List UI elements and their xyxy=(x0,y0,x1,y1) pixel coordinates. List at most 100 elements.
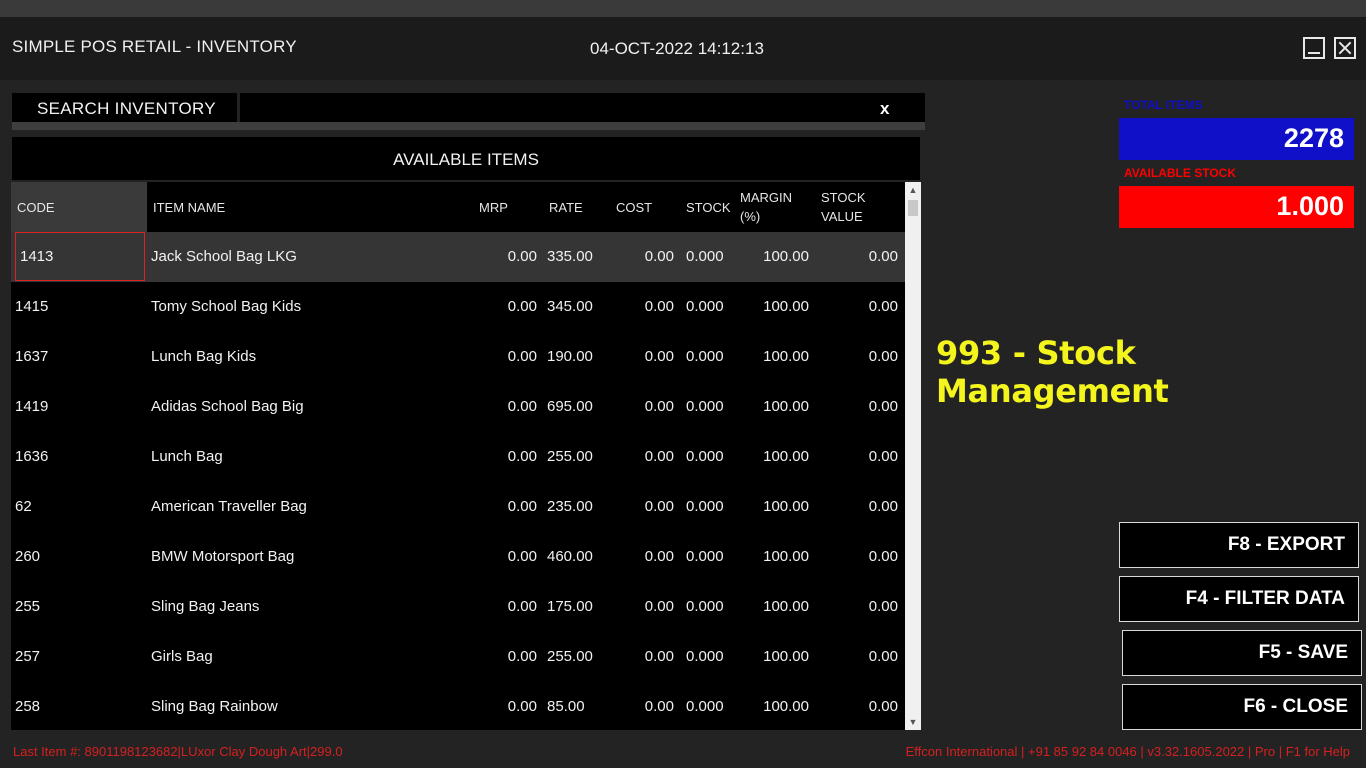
cell-margin[interactable]: 100.00 xyxy=(731,582,809,632)
cell-margin[interactable]: 100.00 xyxy=(731,682,809,730)
table-row[interactable]: 1419 Adidas School Bag Big 0.00 695.00 0.00 0… xyxy=(11,382,905,432)
cell-mrp[interactable]: 0.00 xyxy=(471,632,537,682)
cell-code[interactable]: 255 xyxy=(15,582,145,632)
cell-item-name[interactable]: Sling Bag Jeans xyxy=(151,582,451,632)
cell-stock-value[interactable]: 0.00 xyxy=(821,282,898,332)
cell-rate[interactable]: 190.00 xyxy=(547,332,627,382)
cell-item-name[interactable]: Jack School Bag LKG xyxy=(151,232,451,282)
cell-cost[interactable]: 0.00 xyxy=(621,432,674,482)
cell-cost[interactable]: 0.00 xyxy=(621,232,674,282)
cell-rate[interactable]: 695.00 xyxy=(547,382,627,432)
cell-stock-value[interactable]: 0.00 xyxy=(821,532,898,582)
cell-cost[interactable]: 0.00 xyxy=(621,632,674,682)
export-button[interactable]: F8 - EXPORT xyxy=(1119,522,1359,568)
minimize-icon[interactable] xyxy=(1303,37,1325,59)
cell-cost[interactable]: 0.00 xyxy=(621,682,674,730)
cell-item-name[interactable]: BMW Motorsport Bag xyxy=(151,532,451,582)
table-row[interactable]: 1413 Jack School Bag LKG 0.00 335.00 0.00 0.0… xyxy=(11,232,905,282)
cell-mrp[interactable]: 0.00 xyxy=(471,432,537,482)
cell-mrp[interactable]: 0.00 xyxy=(471,482,537,532)
search-input[interactable] xyxy=(240,93,925,122)
search-clear-button[interactable]: x xyxy=(880,99,889,119)
column-header-cost[interactable]: COST xyxy=(616,182,652,232)
cell-code[interactable]: 62 xyxy=(15,482,145,532)
cell-item-name[interactable]: Lunch Bag Kids xyxy=(151,332,451,382)
cell-cost[interactable]: 0.00 xyxy=(621,382,674,432)
cell-mrp[interactable]: 0.00 xyxy=(471,232,537,282)
column-header-mrp[interactable]: MRP xyxy=(479,182,508,232)
cell-cost[interactable]: 0.00 xyxy=(621,332,674,382)
scroll-thumb[interactable] xyxy=(908,200,918,216)
cell-code[interactable]: 258 xyxy=(15,682,145,730)
cell-item-name[interactable]: American Traveller Bag xyxy=(151,482,451,532)
cell-margin[interactable]: 100.00 xyxy=(731,232,809,282)
table-row[interactable]: 257 Girls Bag 0.00 255.00 0.00 0.000 100.00 0.0… xyxy=(11,632,905,682)
table-row[interactable]: 1637 Lunch Bag Kids 0.00 190.00 0.00 0.000 100… xyxy=(11,332,905,382)
cell-stock-value[interactable]: 0.00 xyxy=(821,382,898,432)
cell-margin[interactable]: 100.00 xyxy=(731,332,809,382)
cell-cost[interactable]: 0.00 xyxy=(621,282,674,332)
cell-code[interactable]: 1636 xyxy=(15,432,145,482)
table-row[interactable]: 255 Sling Bag Jeans 0.00 175.00 0.00 0.000 100… xyxy=(11,582,905,632)
save-button[interactable]: F5 - SAVE xyxy=(1122,630,1362,676)
cell-margin[interactable]: 100.00 xyxy=(731,632,809,682)
cell-stock-value[interactable]: 0.00 xyxy=(821,582,898,632)
cell-stock-value[interactable]: 0.00 xyxy=(821,482,898,532)
cell-mrp[interactable]: 0.00 xyxy=(471,582,537,632)
cell-margin[interactable]: 100.00 xyxy=(731,282,809,332)
cell-code[interactable]: 1637 xyxy=(15,332,145,382)
column-header-stock-value[interactable]: STOCK VALUE xyxy=(821,182,866,232)
cell-rate[interactable]: 85.00 xyxy=(547,682,627,730)
cell-item-name[interactable]: Adidas School Bag Big xyxy=(151,382,451,432)
cell-margin[interactable]: 100.00 xyxy=(731,482,809,532)
cell-mrp[interactable]: 0.00 xyxy=(471,532,537,582)
table-row[interactable]: 62 American Traveller Bag 0.00 235.00 0.00 0.… xyxy=(11,482,905,532)
close-window-icon[interactable] xyxy=(1334,37,1356,59)
cell-item-name[interactable]: Sling Bag Rainbow xyxy=(151,682,451,730)
cell-mrp[interactable]: 0.00 xyxy=(471,382,537,432)
cell-item-name[interactable]: Lunch Bag xyxy=(151,432,451,482)
cell-rate[interactable]: 235.00 xyxy=(547,482,627,532)
cell-rate[interactable]: 255.00 xyxy=(547,432,627,482)
cell-margin[interactable]: 100.00 xyxy=(731,532,809,582)
cell-cost[interactable]: 0.00 xyxy=(621,482,674,532)
cell-rate[interactable]: 345.00 xyxy=(547,282,627,332)
table-row[interactable]: 1415 Tomy School Bag Kids 0.00 345.00 0.00 0.… xyxy=(11,282,905,332)
cell-mrp[interactable]: 0.00 xyxy=(471,682,537,730)
column-header-rate[interactable]: RATE xyxy=(549,182,583,232)
cell-cost[interactable]: 0.00 xyxy=(621,532,674,582)
table-row[interactable]: 258 Sling Bag Rainbow 0.00 85.00 0.00 0.000 10… xyxy=(11,682,905,730)
cell-stock-value[interactable]: 0.00 xyxy=(821,632,898,682)
cell-rate[interactable]: 335.00 xyxy=(547,232,627,282)
filter-data-button[interactable]: F4 - FILTER DATA xyxy=(1119,576,1359,622)
cell-rate[interactable]: 175.00 xyxy=(547,582,627,632)
cell-stock-value[interactable]: 0.00 xyxy=(821,432,898,482)
cell-margin[interactable]: 100.00 xyxy=(731,382,809,432)
scroll-down-icon[interactable]: ▼ xyxy=(905,714,921,730)
cell-code[interactable]: 1415 xyxy=(15,282,145,332)
cell-code[interactable]: 257 xyxy=(15,632,145,682)
cell-item-name[interactable]: Tomy School Bag Kids xyxy=(151,282,451,332)
column-header-item-name[interactable]: ITEM NAME xyxy=(153,182,225,232)
table-row[interactable]: 1636 Lunch Bag 0.00 255.00 0.00 0.000 100.00 0.… xyxy=(11,432,905,482)
column-header-stock[interactable]: STOCK xyxy=(686,182,731,232)
column-header-margin[interactable]: MARGIN (%) xyxy=(740,182,792,232)
cell-item-name[interactable]: Girls Bag xyxy=(151,632,451,682)
column-header-code[interactable]: CODE xyxy=(11,182,147,232)
cell-mrp[interactable]: 0.00 xyxy=(471,332,537,382)
cell-rate[interactable]: 255.00 xyxy=(547,632,627,682)
cell-stock-value[interactable]: 0.00 xyxy=(821,232,898,282)
cell-mrp[interactable]: 0.00 xyxy=(471,282,537,332)
cell-margin[interactable]: 100.00 xyxy=(731,432,809,482)
table-row[interactable]: 260 BMW Motorsport Bag 0.00 460.00 0.00 0.000… xyxy=(11,532,905,582)
cell-cost[interactable]: 0.00 xyxy=(621,582,674,632)
cell-code[interactable]: 1413 xyxy=(15,232,145,281)
cell-rate[interactable]: 460.00 xyxy=(547,532,627,582)
close-button[interactable]: F6 - CLOSE xyxy=(1122,684,1362,730)
scroll-up-icon[interactable]: ▲ xyxy=(905,182,921,198)
cell-code[interactable]: 1419 xyxy=(15,382,145,432)
cell-stock-value[interactable]: 0.00 xyxy=(821,332,898,382)
grid-scrollbar[interactable]: ▲ ▼ xyxy=(905,182,921,730)
cell-stock-value[interactable]: 0.00 xyxy=(821,682,898,730)
cell-code[interactable]: 260 xyxy=(15,532,145,582)
